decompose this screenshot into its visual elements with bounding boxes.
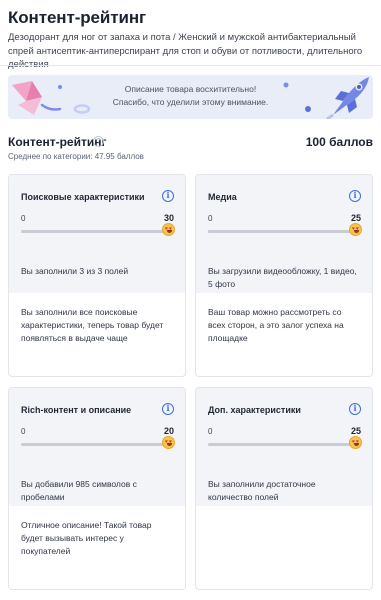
scale-max-label: 25: [350, 426, 361, 436]
card-title: Медиа: [208, 192, 237, 202]
heart-eyes-emoji-icon: ♥ ♥: [349, 436, 362, 449]
card-description: Вы заполнили все поисковые характеристик…: [21, 307, 164, 343]
card-search-characteristics: Поисковые характеристики i 0 30 ♥ ♥ Вы за…: [8, 174, 186, 377]
banner: Описание товара восхитительно! Спасибо, …: [8, 75, 373, 119]
scale-min-label: 0: [208, 214, 213, 223]
card-status: Вы добавили 985 символов с пробелами: [21, 479, 137, 502]
scale-max-label: 20: [163, 426, 174, 436]
progress-track: [208, 230, 355, 233]
content-rating-title: Контент-рейтинг: [8, 135, 107, 149]
banner-message-line2: Спасибо, что уделили этому внимание.: [112, 97, 269, 107]
scale-min-label: 0: [21, 427, 26, 436]
content-rating-score: 100 баллов: [305, 135, 373, 149]
progress-track: [21, 230, 168, 233]
scale-max-label: 25: [350, 213, 361, 223]
card-status: Вы заполнили 3 из 3 полей: [21, 266, 129, 276]
scale-min-label: 0: [208, 427, 213, 436]
help-icon[interactable]: ?: [93, 136, 104, 147]
info-icon[interactable]: i: [349, 403, 361, 415]
card-status: Вы заполнили достаточное количество поле…: [208, 479, 316, 502]
heart-eyes-emoji-icon: ♥ ♥: [162, 436, 175, 449]
category-average: Среднее по категории: 47.95 баллов: [8, 152, 144, 161]
card-description: Отличное описание! Такой товар будет выз…: [21, 520, 152, 556]
heart-eyes-emoji-icon: ♥ ♥: [162, 223, 175, 236]
scale-max-label: 30: [163, 213, 174, 223]
card-additional-characteristics: Доп. характеристики i 0 25 ♥ ♥ Вы заполни…: [195, 387, 373, 590]
scale-min-label: 0: [21, 214, 26, 223]
heart-eyes-emoji-icon: ♥ ♥: [349, 223, 362, 236]
page-title: Контент-рейтинг: [8, 8, 146, 27]
card-description: [196, 506, 372, 519]
progress-track: [208, 443, 355, 446]
card-media: Медиа i 0 25 ♥ ♥ Вы загрузили видеообложк…: [195, 174, 373, 377]
card-title: Доп. характеристики: [208, 405, 301, 415]
progress-track: [21, 443, 168, 446]
info-icon[interactable]: i: [162, 190, 174, 202]
banner-message-line1: Описание товара восхитительно!: [124, 84, 257, 94]
card-title: Поисковые характеристики: [21, 192, 145, 202]
card-status: Вы загрузили видеообложку, 1 видео, 5 фо…: [208, 266, 357, 289]
card-rich-content: Rich-контент и описание i 0 20 ♥ ♥ Вы доб…: [8, 387, 186, 590]
card-description: Ваш товар можно рассмотреть со всех стор…: [208, 307, 344, 343]
info-icon[interactable]: i: [162, 403, 174, 415]
info-icon[interactable]: i: [349, 190, 361, 202]
card-title: Rich-контент и описание: [21, 405, 132, 415]
header-divider: [0, 65, 381, 66]
